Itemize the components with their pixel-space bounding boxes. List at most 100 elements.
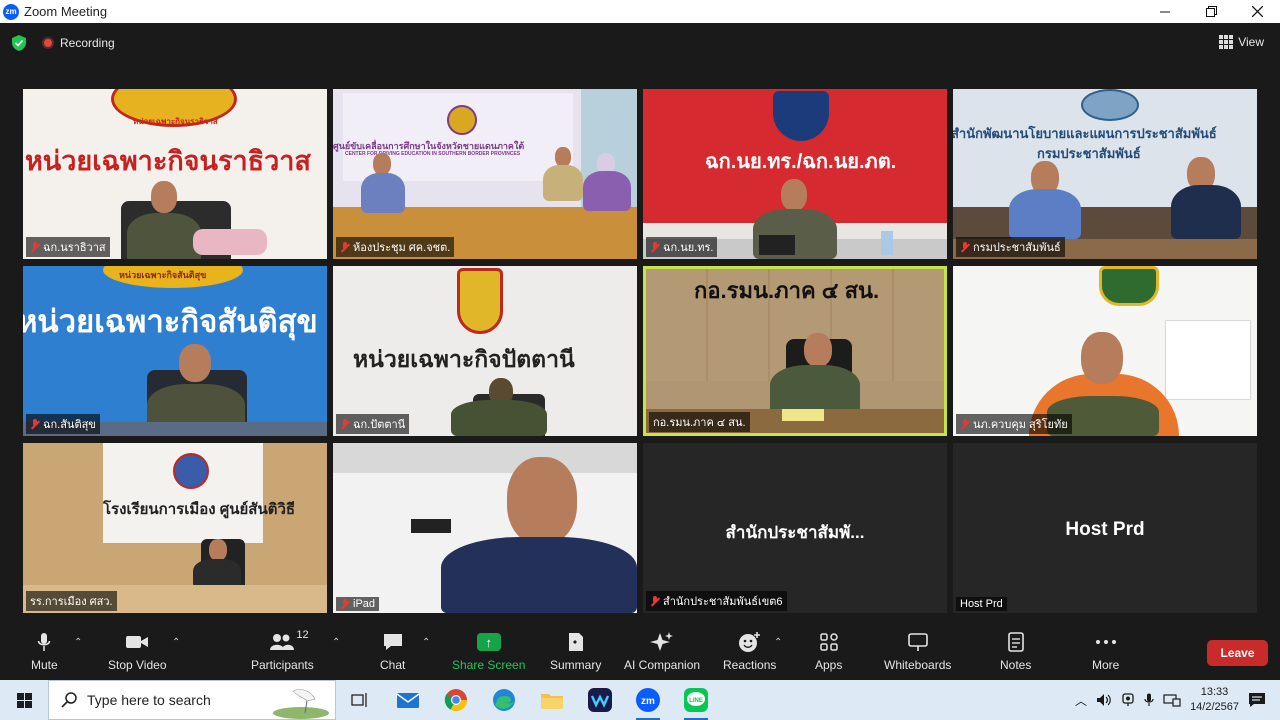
video-tile[interactable]: นภ.ควบคุม สุริโยทัย [953,266,1257,436]
reactions-options-chevron-icon[interactable]: ⌃ [774,637,782,648]
more-dots-icon [1095,631,1117,653]
video-tile[interactable]: ฉก.นย.ทร./ฉก.นย.ภต. ฉก.นย.ทร. [643,89,947,259]
chat-bubble-icon [382,631,404,653]
maximize-button[interactable] [1188,0,1234,23]
video-tile[interactable]: สำนักพัฒนานโยบายและแผนการประชาสัมพันธ์ ก… [953,89,1257,259]
summary-button[interactable]: Summary [550,631,601,672]
participant-name: รร.การเมือง ศสว. [30,596,113,608]
encryption-shield-icon[interactable] [12,35,26,51]
share-screen-button[interactable]: ↑ Share Screen [452,631,525,672]
window-titlebar: zm Zoom Meeting [0,0,1280,23]
tile-sign-small: หน่วยเฉพาะกิจสันติสุข [119,270,207,280]
summary-label: Summary [550,658,602,672]
participant-head [373,153,391,175]
close-icon [1251,6,1263,17]
video-tile[interactable]: หน่วยเฉพาะกิจนราธิวาส หน่วยเฉพาะกิจนราธิ… [23,89,327,259]
start-button[interactable] [0,680,48,720]
participant-body [1009,189,1081,239]
notifications-icon[interactable] [1248,692,1266,708]
video-feed: ศูนย์ขับเคลื่อนการศึกษาในจังหวัดชายแดนภา… [333,89,637,259]
video-tile[interactable]: สำนักประชาสัมพั... สำนักประชาสัมพันธ์เขต… [643,443,947,613]
participants-options-chevron-icon[interactable]: ⌃ [332,637,340,648]
participant-body [361,173,405,213]
notes-button[interactable]: Notes [1000,631,1031,672]
chat-button[interactable]: Chat [380,631,405,672]
participant-head [179,344,211,382]
webex-app-button[interactable] [576,680,624,720]
participant-body [127,213,201,259]
participant-name-label: รร.การเมือง ศสว. [26,591,117,611]
network-icon[interactable] [1163,693,1181,707]
participant-name: ฉก.ปัตตานี [353,419,406,431]
participant-name-label: Host Prd [956,597,1007,611]
mute-label: Mute [31,658,58,672]
participant-name-label: สำนักประชาสัมพันธ์เขต6 [646,591,787,611]
apps-button[interactable]: Apps [815,631,842,672]
taskbar-clock[interactable]: 13:33 14/2/2567 [1190,685,1239,715]
minimize-button[interactable] [1142,0,1188,23]
participant-head [1081,332,1123,384]
edge-icon [493,689,515,711]
stop-video-button[interactable]: Stop Video [108,631,167,672]
video-tile[interactable]: iPad [333,443,637,613]
participant-name: นภ.ควบคุม สุริโยทัย [973,419,1068,431]
video-feed: ฉก.นย.ทร./ฉก.นย.ภต. [643,89,947,259]
mic-muted-icon [30,418,40,430]
clock-date: 14/2/2567 [1190,701,1239,713]
view-button[interactable]: View [1219,35,1264,49]
more-button[interactable]: More [1092,631,1119,672]
video-tile[interactable]: ศูนย์ขับเคลื่อนการศึกษาในจังหวัดชายแดนภา… [333,89,637,259]
tile-sign: กอ.รมน.ภาค ๔ สน. [694,278,880,303]
microphone-icon [37,631,51,653]
mail-app-button[interactable] [384,680,432,720]
webcam-in-use-icon[interactable] [1121,693,1135,707]
ai-companion-button[interactable]: AI Companion [624,631,700,672]
video-tile[interactable]: หน่วยเฉพาะกิจปัตตานี ฉก.ปัตตานี [333,266,637,436]
video-feed: หน่วยเฉพาะกิจนราธิวาส หน่วยเฉพาะกิจนราธิ… [23,89,327,259]
chat-options-chevron-icon[interactable]: ⌃ [422,637,430,648]
mail-icon [396,693,420,708]
system-tray: ︿ 13:33 14/2/2567 [1075,680,1280,720]
volume-icon[interactable] [1096,693,1112,707]
task-view-button[interactable] [336,680,384,720]
svg-text:LINE: LINE [689,698,703,704]
zoom-app-button[interactable]: zm [624,680,672,720]
video-tile[interactable]: Host Prd Host Prd [953,443,1257,613]
sparkle-icon [650,631,674,653]
show-hidden-icons-chevron-icon[interactable]: ︿ [1075,692,1087,709]
participant-body [770,365,860,415]
video-tile[interactable]: หน่วยเฉพาะกิจสันติสุข หน่วยเฉพาะกิจสันติ… [23,266,327,436]
recording-indicator-icon[interactable] [42,37,54,49]
participant-name-label: iPad [336,597,380,611]
participant-name: กอ.รมน.ภาค ๔ สน. [653,417,746,429]
edge-app-button[interactable] [480,680,528,720]
participant-head [781,179,807,211]
tile-sign: หน่วยเฉพาะกิจปัตตานี [353,346,575,372]
search-highlight-bird-icon [273,689,329,719]
video-tile[interactable]: โรงเรียนการเมือง ศูนย์สันติวิธี รร.การเม… [23,443,327,613]
taskbar-search[interactable]: Type here to search [48,680,336,720]
mute-options-chevron-icon[interactable]: ⌃ [74,637,82,648]
line-app-button[interactable]: LINE [672,680,720,720]
meeting-toolbar: Mute ⌃ Stop Video ⌃ 12 Participants ⌃ Ch… [0,623,1280,680]
close-button[interactable] [1234,0,1280,23]
recording-label[interactable]: Recording [60,36,115,50]
chrome-app-button[interactable] [432,680,480,720]
participant-name: กรมประชาสัมพันธ์ [973,242,1061,254]
view-label: View [1238,35,1264,49]
minimize-icon [1160,11,1170,12]
leave-button[interactable]: Leave [1207,640,1268,666]
wall-clock [411,519,451,533]
video-options-chevron-icon[interactable]: ⌃ [172,637,180,648]
participant-name: สำนักประชาสัมพันธ์เขต6 [663,596,783,608]
reactions-button[interactable]: Reactions [723,631,776,672]
participant-head [209,539,227,561]
participants-button[interactable]: 12 Participants [251,629,314,672]
file-explorer-button[interactable] [528,680,576,720]
microphone-in-use-icon[interactable] [1144,693,1154,707]
whiteboards-button[interactable]: Whiteboards [884,631,951,672]
mute-button[interactable]: Mute [31,631,58,672]
active-speaker-tile[interactable]: กอ.รมน.ภาค ๔ สน. กอ.รมน.ภาค ๔ สน. [643,266,947,436]
notes-label: Notes [1000,658,1032,672]
mic-muted-icon [650,241,660,253]
